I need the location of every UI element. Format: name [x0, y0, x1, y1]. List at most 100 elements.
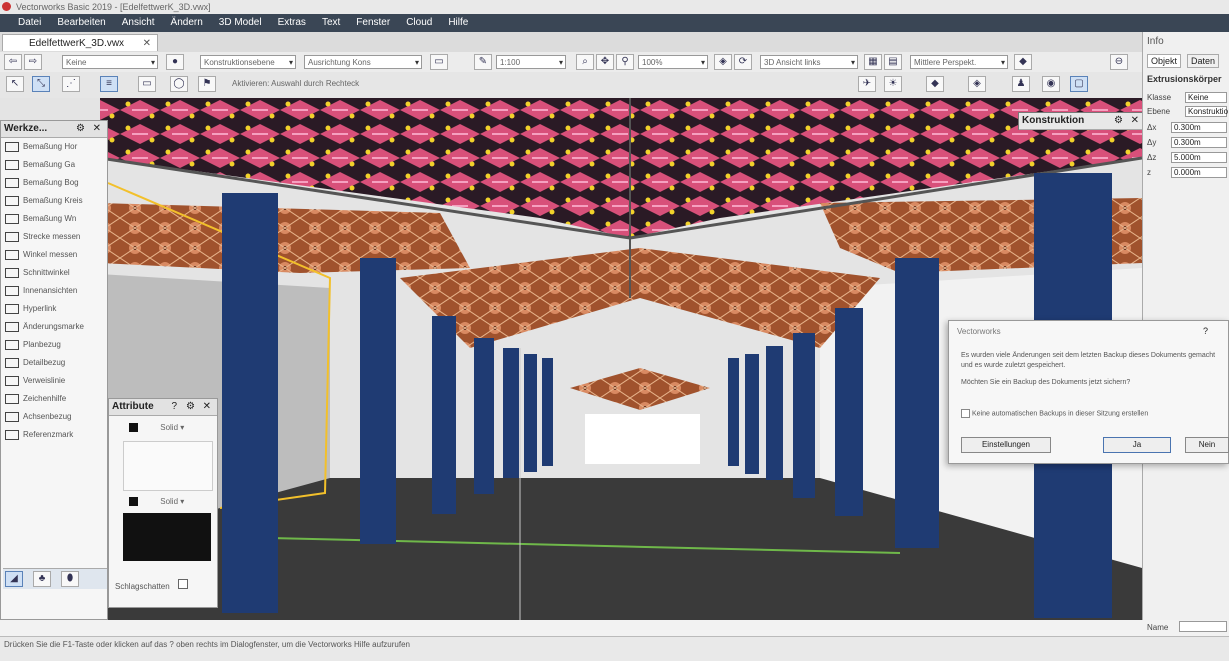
snap-icon[interactable]: ≡ [100, 76, 118, 92]
name-field[interactable] [1179, 621, 1227, 632]
rectangle-select-icon[interactable]: ⤡ [32, 76, 50, 92]
forward-arrow-icon[interactable]: ⇨ [24, 54, 42, 70]
settings-button[interactable]: Einstellungen [961, 437, 1051, 453]
view-dropdown[interactable]: 3D Ansicht links [760, 55, 858, 69]
dialog-help-icon[interactable]: ? [1203, 326, 1208, 336]
help-icon[interactable]: ? [171, 399, 177, 415]
disable-backup-checkbox[interactable] [961, 409, 970, 418]
rectangle-icon[interactable]: ▭ [138, 76, 156, 92]
camera-icon[interactable]: ◈ [968, 76, 986, 92]
page-icon[interactable]: ▭ [430, 54, 448, 70]
lasso-icon[interactable]: ⋰ [62, 76, 80, 92]
class-dropdown[interactable]: Keine [62, 55, 158, 69]
z-field[interactable]: 0.000m [1171, 167, 1227, 178]
selection-mode-icon[interactable]: ↖ [6, 76, 24, 92]
drop-shadow-checkbox[interactable] [177, 579, 188, 589]
document-tab[interactable]: EdelfettwerK_3D.vwx ✕ [2, 34, 158, 51]
rotate-view-icon[interactable]: ⟳ [734, 54, 752, 70]
no-button[interactable]: Nein [1185, 437, 1229, 453]
tool-item[interactable]: Schnittwinkel [1, 264, 107, 282]
alignment-dropdown[interactable]: Ausrichtung Kons [304, 55, 422, 69]
close-palette-icon[interactable]: ✕ [203, 399, 211, 415]
zoom-field[interactable]: 100% [638, 55, 708, 69]
zoom-icon[interactable]: ⌕ [576, 54, 594, 70]
person-icon[interactable]: ♟ [1012, 76, 1030, 92]
sun-icon[interactable]: ☀ [884, 76, 902, 92]
tool-item[interactable]: Bemaßung Wn [1, 210, 107, 228]
fill-color-swatch[interactable] [129, 423, 138, 433]
menu-datei[interactable]: Datei [0, 14, 49, 32]
render-tool-set-icon[interactable]: ⬮ [61, 571, 79, 587]
close-tab-icon[interactable]: ✕ [143, 35, 151, 52]
settings-icon[interactable]: ⚙ [186, 399, 195, 415]
magnifier-icon[interactable]: ⚲ [616, 54, 634, 70]
pen-style-dropdown[interactable]: Solid ▾ [129, 497, 211, 509]
walkthrough-icon[interactable]: ✈ [858, 76, 876, 92]
tool-item[interactable]: Änderungsmarke [1, 318, 107, 336]
tool-item[interactable]: Strecke messen [1, 228, 107, 246]
tool-item[interactable]: Bemaßung Bog [1, 174, 107, 192]
polygon-icon[interactable]: ◯ [170, 76, 188, 92]
tools-palette-header[interactable]: Werkze... ⚙ ✕ [1, 121, 107, 138]
construction-palette-header[interactable]: Konstruktion ⚙ ✕ [1019, 113, 1142, 130]
menu-extras[interactable]: Extras [270, 14, 314, 32]
tool-item[interactable]: Referenzmark [1, 426, 107, 444]
menu-3d-model[interactable]: 3D Model [211, 14, 270, 32]
window-icon[interactable]: ▢ [1070, 76, 1088, 92]
layer-dropdown[interactable]: Konstruktionsebene [200, 55, 296, 69]
scale-field[interactable]: 1:100 [496, 55, 566, 69]
perspective-dropdown[interactable]: Mittlere Perspekt. [910, 55, 1008, 69]
fill-style-dropdown[interactable]: Solid ▾ [129, 423, 211, 435]
yes-button[interactable]: Ja [1103, 437, 1171, 453]
pen-color-swatch[interactable] [129, 497, 138, 507]
back-arrow-icon[interactable]: ⇦ [4, 54, 22, 70]
close-palette-icon[interactable]: ✕ [93, 121, 101, 137]
render-settings-icon[interactable]: ▤ [884, 54, 902, 70]
info-tab-data[interactable]: Daten [1187, 54, 1220, 68]
class-field[interactable]: Keine [1185, 92, 1227, 103]
tool-item[interactable]: Verweislinie [1, 372, 107, 390]
tool-item[interactable]: Achsenbezug [1, 408, 107, 426]
tool-item[interactable]: Planbezug [1, 336, 107, 354]
tool-item[interactable]: Bemaßung Hor [1, 138, 107, 156]
tool-item[interactable]: Hyperlink [1, 300, 107, 318]
settings-icon[interactable]: ⚙ [76, 121, 85, 137]
info-tab-object[interactable]: Objekt [1147, 54, 1182, 68]
pan-icon[interactable]: ✥ [596, 54, 614, 70]
menu-fenster[interactable]: Fenster [348, 14, 398, 32]
layer-label: Ebene [1147, 107, 1171, 116]
layer-icon[interactable]: ◆ [926, 76, 944, 92]
delta-z-field[interactable]: 5.000m [1171, 152, 1227, 163]
render-mode-icon[interactable]: ▦ [864, 54, 882, 70]
menu-text[interactable]: Text [314, 14, 348, 32]
tool-item[interactable]: Zeichenhilfe [1, 390, 107, 408]
toggle-icon[interactable]: ⊖ [1110, 54, 1128, 70]
circle-icon[interactable]: ● [166, 54, 184, 70]
tool-item[interactable]: Detailbezug [1, 354, 107, 372]
delta-x-field[interactable]: 0.300m [1171, 122, 1227, 133]
menu-cloud[interactable]: Cloud [398, 14, 440, 32]
eye-icon[interactable]: ◉ [1042, 76, 1060, 92]
menu-ansicht[interactable]: Ansicht [114, 14, 163, 32]
color-tool-set-icon[interactable]: ♣ [33, 571, 51, 587]
tool-item[interactable]: Bemaßung Kreis [1, 192, 107, 210]
tool-item[interactable]: Innenansichten [1, 282, 107, 300]
menu-aendern[interactable]: Ändern [163, 14, 211, 32]
menu-bearbeiten[interactable]: Bearbeiten [49, 14, 113, 32]
dimension-tool-set-icon[interactable]: ◢ [5, 571, 23, 587]
attributes-palette-title: Attribute [112, 401, 154, 412]
tool-item[interactable]: Bemaßung Ga [1, 156, 107, 174]
flag-icon[interactable]: ⚑ [198, 76, 216, 92]
dialog-checkbox-row[interactable]: Keine automatischen Backups in dieser Si… [961, 409, 1223, 418]
flyover-icon[interactable]: ◈ [714, 54, 732, 70]
pencil-icon[interactable]: ✎ [474, 54, 492, 70]
delta-y-field[interactable]: 0.300m [1171, 137, 1227, 148]
attributes-palette-header[interactable]: Attribute ? ⚙ ✕ [109, 399, 217, 416]
layer-field[interactable]: Konstruktio [1185, 106, 1228, 117]
lighting-icon[interactable]: ◆ [1014, 54, 1032, 70]
tool-item[interactable]: Winkel messen [1, 246, 107, 264]
settings-icon[interactable]: ⚙ [1114, 113, 1123, 129]
close-palette-icon[interactable]: ✕ [1131, 113, 1139, 129]
menu-hilfe[interactable]: Hilfe [440, 14, 476, 32]
reference-mark-icon [5, 430, 19, 440]
